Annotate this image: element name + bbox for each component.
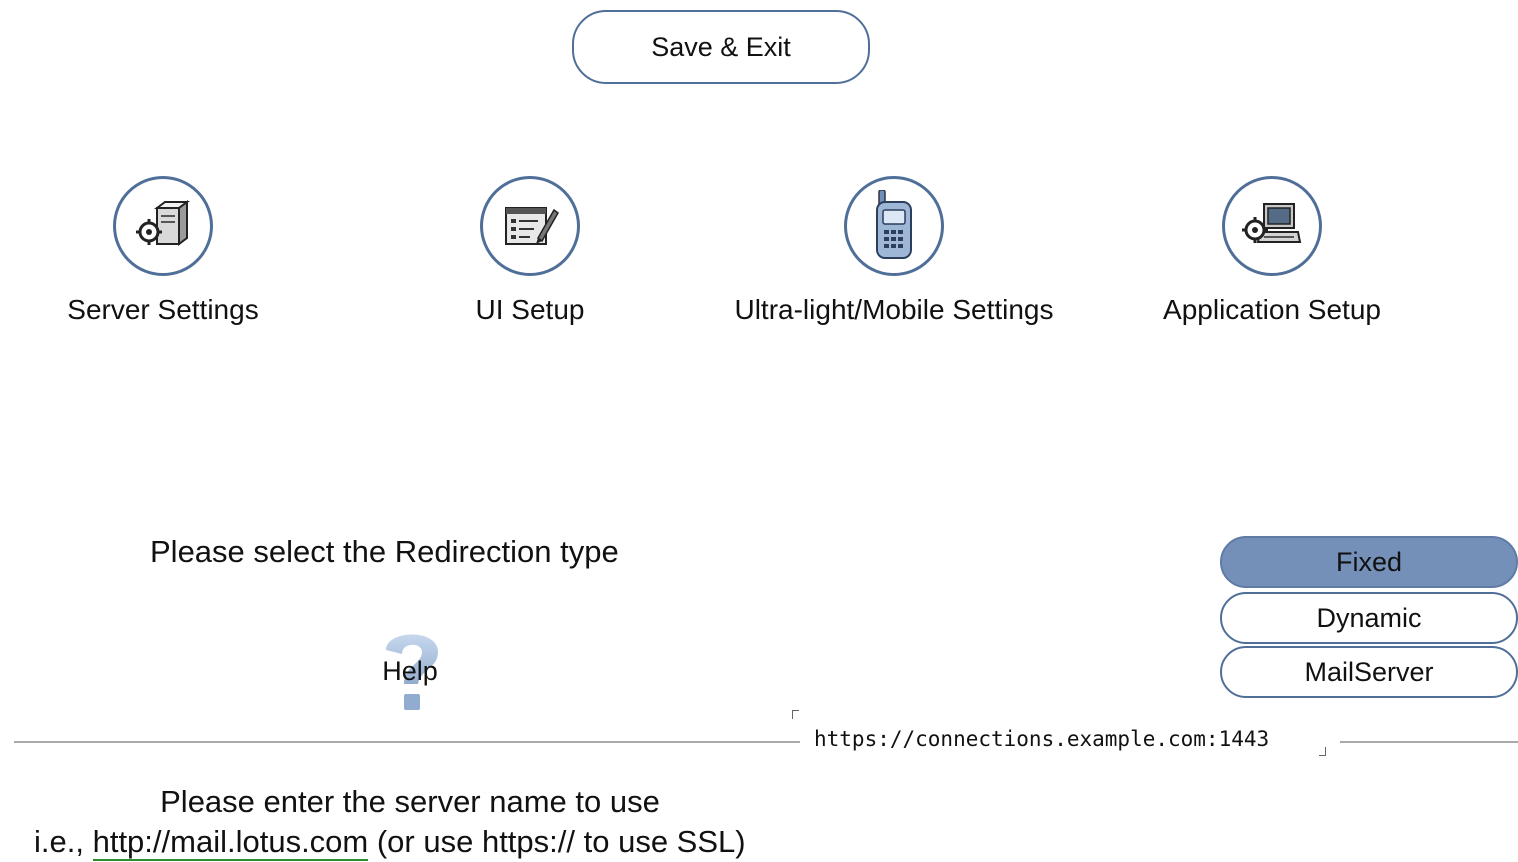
nav-ui-setup[interactable]: UI Setup xyxy=(440,176,620,326)
redirection-option-dynamic[interactable]: Dynamic xyxy=(1220,592,1518,644)
server-gear-icon xyxy=(136,200,190,246)
server-url-input[interactable] xyxy=(814,726,1314,752)
nav-server-settings[interactable]: Server Settings xyxy=(58,176,268,326)
save-exit-button[interactable]: Save & Exit xyxy=(572,10,870,84)
server-example-text: i.e., http://mail.lotus.com (or use http… xyxy=(34,824,746,861)
redirection-option-mailserver[interactable]: MailServer xyxy=(1220,646,1518,698)
nav-label: UI Setup xyxy=(475,294,585,325)
nav-mobile-settings[interactable]: Ultra-light/Mobile Settings xyxy=(712,176,1076,326)
ui-setup-circle[interactable] xyxy=(480,176,580,276)
field-corner-marker xyxy=(1319,747,1326,756)
form-edit-icon xyxy=(505,207,559,245)
mobile-phone-icon xyxy=(876,190,912,259)
field-corner-marker xyxy=(792,710,799,719)
computer-gear-icon xyxy=(1242,203,1302,243)
nav-application-setup[interactable]: Application Setup xyxy=(1148,176,1396,326)
nav-label: Application Setup xyxy=(1163,294,1381,325)
example-link[interactable]: http://mail.lotus.com xyxy=(92,824,369,861)
server-name-prompt: Please enter the server name to use xyxy=(160,784,660,819)
server-url-field[interactable] xyxy=(792,710,1340,758)
example-prefix: i.e., xyxy=(34,824,93,859)
nav-label: Ultra-light/Mobile Settings xyxy=(734,294,1054,325)
redirection-option-fixed[interactable]: Fixed xyxy=(1220,536,1518,588)
application-setup-circle[interactable] xyxy=(1222,176,1322,276)
help-label: Help xyxy=(382,656,438,686)
nav-label: Server Settings xyxy=(67,294,259,325)
server-settings-circle[interactable] xyxy=(113,176,213,276)
mobile-settings-circle[interactable] xyxy=(844,176,944,276)
redirection-prompt: Please select the Redirection type xyxy=(150,534,619,569)
help-button[interactable]: Help xyxy=(360,624,460,716)
example-suffix: (or use https:// to use SSL) xyxy=(368,824,746,859)
